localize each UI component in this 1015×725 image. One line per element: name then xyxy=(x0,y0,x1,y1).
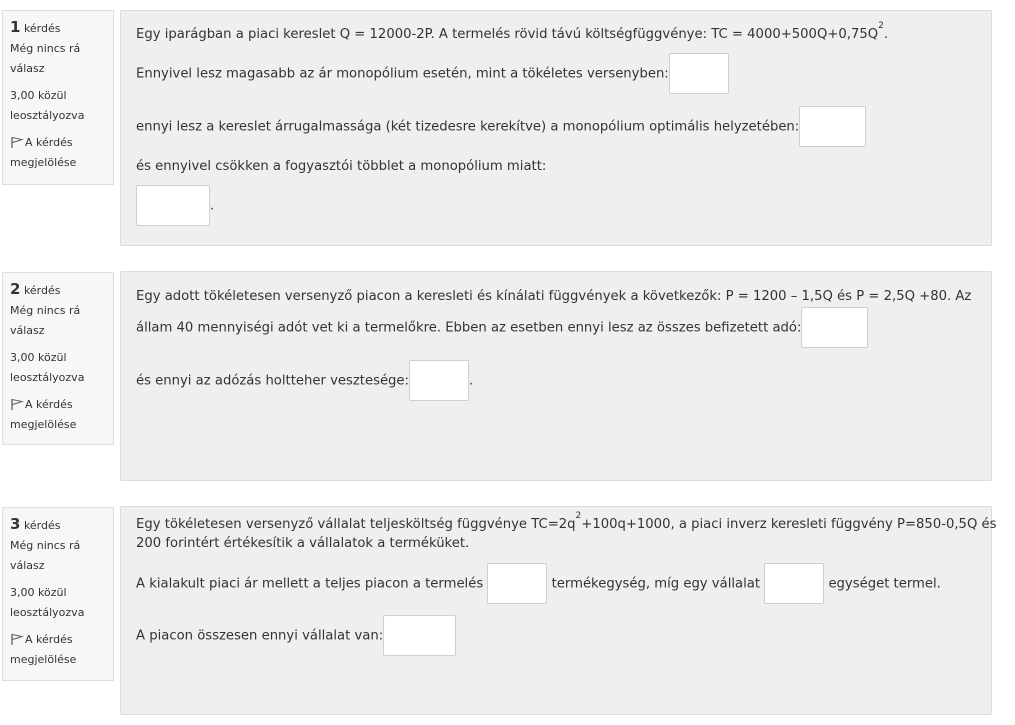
question-state: Még nincs rá válasz xyxy=(10,301,106,341)
question-number-value: 3 xyxy=(10,515,21,533)
question-grade: 3,00 közül leosztályozva xyxy=(10,348,106,388)
question-text: Egy adott tökéletesen versenyző piacon a… xyxy=(136,289,972,304)
punctuation: . xyxy=(468,373,474,389)
flag-label-2: megjelölése xyxy=(10,653,77,666)
grade-line-1: 3,00 közül xyxy=(10,586,67,599)
state-line-2: válasz xyxy=(10,559,45,572)
answer-line: és ennyi az adózás holtteher vesztesége:… xyxy=(136,360,473,401)
answer-line: Ennyivel lesz magasabb az ár monopólium … xyxy=(136,53,729,94)
flag-label-2: megjelölése xyxy=(10,418,77,431)
answer-prompt: A piacon összesen ennyi vállalat van: xyxy=(136,628,384,644)
question-text-line: Egy tökéletesen versenyző vállalat telje… xyxy=(136,512,997,533)
question-info-2: 2 kérdés Még nincs rá válasz 3,00 közül … xyxy=(2,272,114,445)
question-info-1: 1 kérdés Még nincs rá válasz 3,00 közül … xyxy=(2,10,114,185)
answer-prompt: termékegység, míg egy vállalat xyxy=(551,576,761,592)
flag-label-1: A kérdés xyxy=(25,398,73,411)
question-state: Még nincs rá válasz xyxy=(10,39,106,79)
answer-prompt: A kialakult piaci ár mellett a teljes pi… xyxy=(136,576,484,592)
answer-prompt-line: és ennyivel csökken a fogyasztói többlet… xyxy=(136,159,546,174)
question-content-2: Egy adott tökéletesen versenyző piacon a… xyxy=(120,271,992,481)
answer-input-elasticity[interactable] xyxy=(799,106,867,147)
answer-line: állam 40 mennyiségi adót vet ki a termel… xyxy=(136,307,869,348)
punctuation: . xyxy=(883,27,889,42)
state-line-1: Még nincs rá xyxy=(10,539,81,552)
answer-prompt: állam 40 mennyiségi adót vet ki a termel… xyxy=(136,320,802,336)
state-line-2: válasz xyxy=(10,324,45,337)
question-number-value: 1 xyxy=(10,18,21,36)
answer-prompt: ennyi lesz a kereslet árrugalmassága (ké… xyxy=(136,119,800,135)
state-line-1: Még nincs rá xyxy=(10,304,81,317)
answer-prompt: és ennyivel csökken a fogyasztói többlet… xyxy=(136,159,547,174)
answer-line: A piacon összesen ennyi vállalat van: xyxy=(136,615,457,656)
question-number: 3 kérdés xyxy=(10,514,106,536)
question-text-line: 200 forintért értékesítik a vállalatok a… xyxy=(136,536,469,551)
question-number: 1 kérdés xyxy=(10,17,106,39)
question-word: kérdés xyxy=(23,519,61,532)
question-word: kérdés xyxy=(23,22,61,35)
answer-input-firm-qty[interactable] xyxy=(764,563,825,604)
question-grade: 3,00 közül leosztályozva xyxy=(10,583,106,623)
answer-input-market-qty[interactable] xyxy=(487,563,548,604)
flag-label-1: A kérdés xyxy=(25,633,73,646)
flag-label-2: megjelölése xyxy=(10,156,77,169)
answer-input-surplus-loss[interactable] xyxy=(136,185,210,226)
grade-line-2: leosztályozva xyxy=(10,371,85,384)
question-state: Még nincs rá válasz xyxy=(10,536,106,576)
answer-prompt: egységet termel. xyxy=(828,576,941,592)
flag-question-link[interactable]: A kérdés megjelölése xyxy=(10,133,106,173)
question-grade: 3,00 közül leosztályozva xyxy=(10,86,106,126)
flag-label-1: A kérdés xyxy=(25,136,73,149)
question-text: Egy tökéletesen versenyző vállalat telje… xyxy=(136,517,576,532)
answer-input-price-diff[interactable] xyxy=(668,53,729,94)
answer-line: . xyxy=(136,185,214,226)
flag-icon xyxy=(11,136,24,148)
question-number-value: 2 xyxy=(10,280,21,298)
grade-line-2: leosztályozva xyxy=(10,109,85,122)
state-line-2: válasz xyxy=(10,62,45,75)
question-content-1: Egy iparágban a piaci kereslet Q = 12000… xyxy=(120,10,992,246)
question-text: +100q+1000, a piaci inverz keresleti füg… xyxy=(581,517,997,532)
question-content-3: Egy tökéletesen versenyző vállalat telje… xyxy=(120,506,997,715)
answer-prompt: és ennyi az adózás holtteher vesztesége: xyxy=(136,373,409,389)
question-text-line: Egy adott tökéletesen versenyző piacon a… xyxy=(136,289,971,304)
answer-prompt: Ennyivel lesz magasabb az ár monopólium … xyxy=(136,66,669,82)
question-text-line: Egy iparágban a piaci kereslet Q = 12000… xyxy=(136,22,889,43)
question-info-3: 3 kérdés Még nincs rá válasz 3,00 közül … xyxy=(2,507,114,681)
flag-icon xyxy=(11,398,24,410)
grade-line-2: leosztályozva xyxy=(10,606,85,619)
state-line-1: Még nincs rá xyxy=(10,42,81,55)
answer-input-deadweight[interactable] xyxy=(408,360,469,401)
question-text: 200 forintért értékesítik a vállalatok a… xyxy=(136,536,470,551)
question-number: 2 kérdés xyxy=(10,279,106,301)
answer-input-firm-count[interactable] xyxy=(383,615,457,656)
flag-question-link[interactable]: A kérdés megjelölése xyxy=(10,630,106,670)
flag-question-link[interactable]: A kérdés megjelölése xyxy=(10,395,106,435)
answer-input-tax-total[interactable] xyxy=(801,307,869,348)
answer-line: ennyi lesz a kereslet árrugalmassága (ké… xyxy=(136,106,867,147)
question-text: Egy iparágban a piaci kereslet Q = 12000… xyxy=(136,27,879,42)
flag-icon xyxy=(11,633,24,645)
grade-line-1: 3,00 közül xyxy=(10,89,67,102)
answer-line: A kialakult piaci ár mellett a teljes pi… xyxy=(136,563,941,604)
question-word: kérdés xyxy=(23,284,61,297)
punctuation: . xyxy=(210,198,215,214)
grade-line-1: 3,00 közül xyxy=(10,351,67,364)
